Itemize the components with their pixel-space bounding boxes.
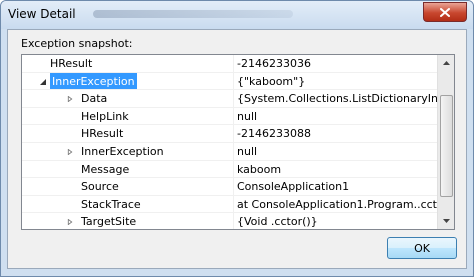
property-name: HResult xyxy=(50,57,93,70)
collapsed-arrow-icon[interactable] xyxy=(67,148,73,155)
exception-property-grid[interactable]: HResult -2146233036 InnerException {"kaboom… xyxy=(21,54,455,230)
property-row[interactable]: StackTrace at ConsoleApplication1.Progra… xyxy=(22,195,440,214)
property-value: -2146233036 xyxy=(233,55,440,72)
property-row[interactable]: InnerException {"kaboom"} xyxy=(22,72,440,91)
property-rows: HResult -2146233036 InnerException {"kaboom… xyxy=(22,55,440,229)
property-name-cell: Data xyxy=(22,90,232,107)
scroll-down-arrow-icon xyxy=(442,219,450,223)
property-name: Message xyxy=(81,162,130,176)
property-name-cell: HResult xyxy=(22,125,232,142)
scroll-up-button[interactable] xyxy=(438,55,454,71)
property-name-cell: TargetSite xyxy=(22,213,232,229)
property-value: {"kaboom"} xyxy=(233,72,440,90)
property-row[interactable]: HResult -2146233036 xyxy=(22,55,440,73)
property-row[interactable]: Data {System.Collections.ListDictionaryIn… xyxy=(22,90,440,108)
collapsed-arrow-icon[interactable] xyxy=(67,96,73,103)
property-row[interactable]: HResult -2146233088 xyxy=(22,125,440,143)
property-name-cell: InnerException xyxy=(22,143,232,160)
window-title: View Detail xyxy=(8,7,76,21)
property-row[interactable]: Message kaboom xyxy=(22,160,440,179)
view-detail-window: View Detail Exception snapshot: HResult -… xyxy=(0,0,474,277)
property-value: null xyxy=(233,107,440,125)
property-name-cell: Message xyxy=(22,161,232,178)
property-name-cell: StackTrace xyxy=(22,196,232,213)
property-name: InnerException xyxy=(81,144,164,158)
property-row[interactable]: TargetSite {Void .cctor()} xyxy=(22,213,440,229)
exception-snapshot-label: Exception snapshot: xyxy=(21,37,133,50)
collapsed-arrow-icon[interactable] xyxy=(67,219,73,226)
property-name-cell: InnerException xyxy=(22,72,232,90)
property-value: null xyxy=(233,142,440,160)
dialog-client-area: Exception snapshot: HResult -2146233036 In… xyxy=(7,29,467,269)
property-name-cell: Source xyxy=(22,178,232,195)
property-name: StackTrace xyxy=(81,197,141,211)
property-value: {Void .cctor()} xyxy=(233,213,440,229)
property-value: at ConsoleApplication1.Program..cctor() … xyxy=(233,195,440,213)
scroll-down-button[interactable] xyxy=(438,213,454,229)
property-value: {System.Collections.ListDictionaryIntern… xyxy=(233,90,440,107)
property-value: kaboom xyxy=(233,160,440,178)
property-name-cell: HelpLink xyxy=(22,108,232,125)
scroll-up-arrow-icon xyxy=(442,61,450,65)
ok-button[interactable]: OK xyxy=(387,237,457,259)
property-row[interactable]: InnerException null xyxy=(22,142,440,161)
scroll-thumb[interactable] xyxy=(440,95,453,197)
title-bar[interactable]: View Detail xyxy=(1,1,473,29)
property-name-cell: HResult xyxy=(22,55,232,72)
property-row[interactable]: Source ConsoleApplication1 xyxy=(22,178,440,196)
property-name: HelpLink xyxy=(81,109,129,123)
close-icon xyxy=(440,7,450,17)
property-value: ConsoleApplication1 xyxy=(233,178,440,195)
property-value: -2146233088 xyxy=(233,125,440,142)
property-name: Data xyxy=(81,92,108,106)
expanded-arrow-icon[interactable] xyxy=(40,78,46,85)
property-row[interactable]: HelpLink null xyxy=(22,107,440,126)
property-name: TargetSite xyxy=(81,215,137,229)
close-button[interactable] xyxy=(423,2,467,22)
property-name: InnerException xyxy=(50,72,137,90)
vertical-scrollbar[interactable] xyxy=(437,55,454,229)
property-name: HResult xyxy=(81,127,124,141)
property-name: Source xyxy=(81,180,119,194)
blurred-title-text xyxy=(93,10,293,18)
